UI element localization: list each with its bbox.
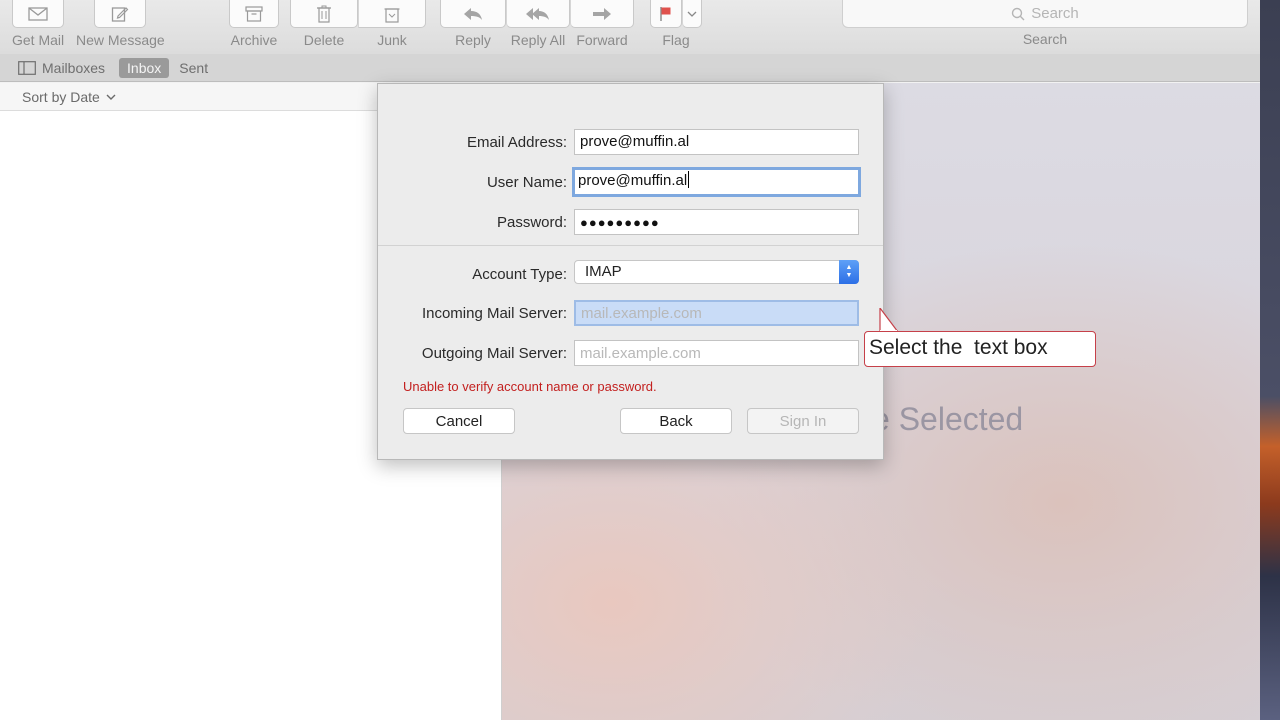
cancel-button[interactable]: Cancel [403, 408, 515, 434]
search-label: Search [1022, 31, 1068, 47]
outgoing-row: Outgoing Mail Server: [378, 339, 885, 369]
outgoing-server-field[interactable] [574, 340, 859, 366]
red-flag-icon [660, 6, 671, 21]
no-message-selected-text: e Selected [872, 401, 1024, 437]
account-type-value: IMAP [585, 263, 622, 280]
archive-box-icon [245, 5, 263, 22]
username-label: User Name: [486, 174, 567, 191]
archive-label: Archive [230, 32, 278, 48]
reply-all-arrow-icon [526, 7, 549, 20]
incoming-label: Incoming Mail Server: [421, 305, 567, 322]
flag-dropdown-button[interactable] [682, 0, 702, 28]
toolbar: Get Mail New Message Archive Delete Junk… [0, 0, 1260, 54]
account-type-label: Account Type: [472, 266, 567, 283]
chevron-down-icon [106, 94, 116, 100]
reply-label: Reply [455, 32, 491, 48]
password-field[interactable]: ●●●●●●●●● [574, 209, 859, 235]
divider [378, 245, 883, 246]
forward-button[interactable] [570, 0, 634, 28]
back-button[interactable]: Back [620, 408, 732, 434]
get-mail-button[interactable] [12, 0, 65, 28]
magnifier-icon [1012, 7, 1025, 20]
text-caret [688, 171, 690, 188]
sent-favorite[interactable]: Sent [179, 60, 208, 76]
reply-button[interactable] [440, 0, 506, 28]
new-message-group: New Message [76, 0, 165, 48]
email-row: Email Address: prove@muffin.al [378, 128, 885, 158]
username-value: prove@muffin.al [578, 172, 688, 189]
incoming-server-field[interactable] [574, 300, 859, 326]
archive-group: Archive [229, 0, 279, 48]
trash-icon [317, 5, 331, 23]
sort-label: Sort by Date [22, 88, 100, 105]
delete-junk-group: Delete Junk [290, 0, 426, 48]
delete-label: Delete [303, 32, 345, 48]
archive-button[interactable] [229, 0, 279, 28]
sign-in-button[interactable]: Sign In [747, 408, 859, 434]
incoming-row: Incoming Mail Server: [378, 299, 885, 329]
sidebar-toggle-icon [18, 60, 36, 75]
forward-label: Forward [576, 32, 628, 48]
forward-arrow-icon [593, 7, 611, 20]
password-label: Password: [496, 214, 567, 231]
mailboxes-button[interactable]: Mailboxes [18, 60, 105, 76]
get-mail-label: Get Mail [12, 32, 65, 48]
chevron-down-icon [687, 11, 697, 17]
flag-label: Flag [662, 32, 690, 48]
mail-window: Get Mail New Message Archive Delete Junk… [0, 0, 1260, 720]
password-row: Password: ●●●●●●●●● [378, 208, 885, 238]
junk-bin-icon [384, 7, 400, 23]
get-mail-group: Get Mail [12, 0, 64, 48]
flag-button[interactable] [650, 0, 682, 28]
junk-label: Junk [377, 32, 407, 48]
search-input[interactable]: Search [842, 0, 1248, 28]
reply-group: Reply Reply All Forward [440, 0, 634, 48]
username-field[interactable]: prove@muffin.al [572, 167, 861, 197]
delete-button[interactable] [290, 0, 358, 28]
reply-all-label: Reply All [510, 32, 566, 48]
email-field[interactable]: prove@muffin.al [574, 129, 859, 155]
search-placeholder: Search [1031, 5, 1079, 22]
outgoing-label: Outgoing Mail Server: [421, 345, 567, 362]
account-type-select[interactable]: IMAP ▲ ▼ [574, 260, 859, 284]
favorites-bar: Mailboxes Inbox Sent [0, 54, 1260, 82]
envelope-icon [28, 6, 48, 21]
desktop-background [1260, 0, 1280, 720]
flag-group: Flag [650, 0, 702, 48]
stepper-arrows-icon: ▲ ▼ [839, 260, 859, 284]
tutorial-callout: Select the text box [864, 331, 1096, 367]
reply-all-button[interactable] [506, 0, 570, 28]
junk-button[interactable] [358, 0, 426, 28]
new-message-label: New Message [76, 32, 165, 48]
reply-arrow-icon [464, 7, 482, 20]
mailboxes-label: Mailboxes [42, 59, 106, 76]
error-message: Unable to verify account name or passwor… [403, 379, 657, 394]
account-setup-sheet: Email Address: prove@muffin.al User Name… [377, 83, 884, 460]
username-row: User Name: prove@muffin.al [378, 167, 885, 198]
inbox-favorite[interactable]: Inbox [119, 57, 170, 78]
compose-icon [112, 6, 129, 22]
new-message-button[interactable] [94, 0, 147, 28]
email-label: Email Address: [466, 134, 567, 151]
